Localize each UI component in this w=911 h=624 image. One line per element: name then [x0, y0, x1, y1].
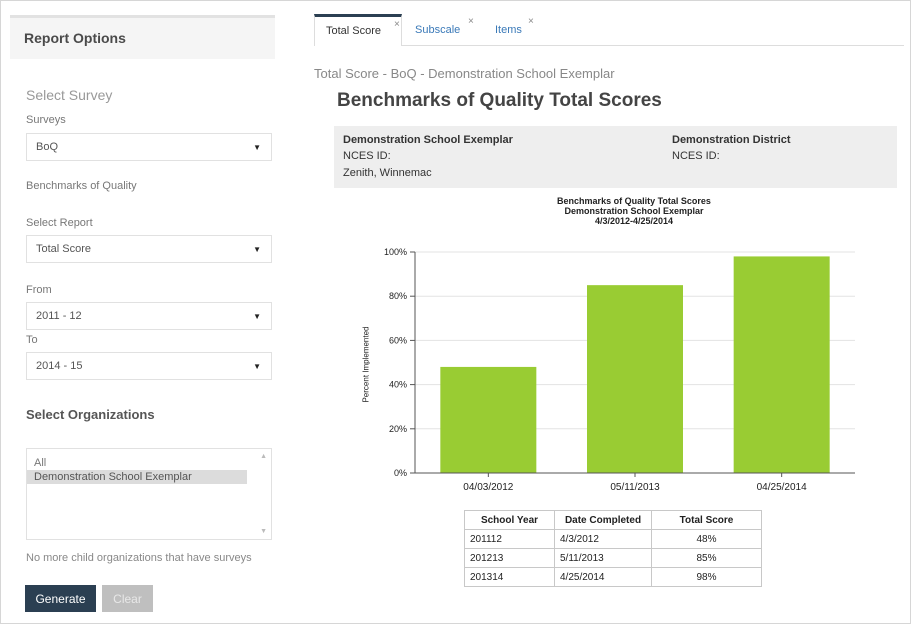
chart-bar: [440, 366, 537, 473]
x-tick-label: 05/11/2013: [610, 482, 660, 493]
x-tick-label: 04/03/2012: [463, 482, 513, 493]
x-tick-label: 04/25/2014: [757, 482, 807, 493]
cell-school-year: 201314: [464, 567, 555, 587]
y-tick-label: 100%: [384, 247, 407, 257]
chart-bar: [587, 285, 683, 473]
col-header: School Year: [464, 510, 555, 530]
y-tick-label: 20%: [389, 424, 407, 434]
cell-date-completed: 5/11/2013: [554, 548, 652, 568]
y-tick-label: 80%: [389, 291, 407, 301]
col-header: Date Completed: [554, 510, 652, 530]
y-tick-label: 60%: [389, 335, 407, 345]
cell-date-completed: 4/25/2014: [554, 567, 652, 587]
table-row: 201314 4/25/2014 98%: [464, 567, 762, 587]
cell-school-year: 201112: [464, 529, 555, 549]
y-tick-label: 0%: [394, 468, 407, 478]
scores-table: School Year Date Completed Total Score 2…: [464, 510, 762, 587]
cell-school-year: 201213: [464, 548, 555, 568]
cell-total-score: 85%: [651, 548, 762, 568]
table-row: 201213 5/11/2013 85%: [464, 548, 762, 568]
col-header: Total Score: [651, 510, 762, 530]
cell-date-completed: 4/3/2012: [554, 529, 652, 549]
bar-chart: 0% 20% 40% 60% 80% 100% 04/03/2012 05/11/2013 04…: [384, 247, 855, 493]
table-header-row: School Year Date Completed Total Score: [464, 510, 762, 530]
cell-total-score: 48%: [651, 529, 762, 549]
cell-total-score: 98%: [651, 567, 762, 587]
chart-bar: [733, 256, 830, 473]
table-row: 201112 4/3/2012 48%: [464, 529, 762, 549]
y-tick-label: 40%: [389, 380, 407, 390]
